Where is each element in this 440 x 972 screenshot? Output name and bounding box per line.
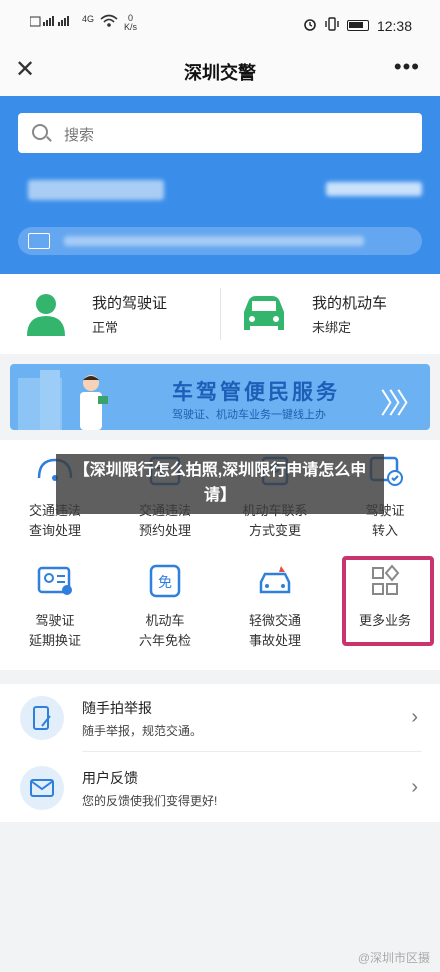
- search-placeholder: 搜索: [64, 127, 95, 144]
- user-name-blurred: [28, 180, 164, 200]
- alarm-icon: [303, 17, 317, 34]
- status-right: 12:38: [303, 17, 412, 34]
- vehicle-card[interactable]: 我的机动车 未绑定: [220, 274, 440, 354]
- service-label: 机动车: [145, 613, 185, 628]
- banner-subtitle: 驾驶证、机动车业务一键线上办: [172, 409, 326, 421]
- signal-icon: [29, 14, 76, 30]
- battery-icon: [346, 20, 369, 31]
- list-item-subtitle: 您的反馈使我们变得更好!: [82, 794, 218, 808]
- vehicle-status: 未绑定: [312, 320, 352, 335]
- list-item-icon-bg: [20, 766, 64, 810]
- license-renew-icon: [37, 566, 72, 595]
- chevron-right-icon: ›: [411, 706, 418, 728]
- arrows-icon: 〉〉〉: [379, 388, 424, 419]
- service-label: 六年免检: [138, 633, 191, 648]
- service-label: 事故处理: [248, 633, 301, 648]
- wifi-icon: [100, 14, 118, 30]
- inspection-exempt-icon: 免: [149, 564, 181, 598]
- license-cards: 我的驾驶证 正常 我的机动车 未绑定: [0, 274, 440, 354]
- header-panel: 搜索: [0, 96, 440, 274]
- service-label: 驾驶证: [35, 613, 75, 628]
- article-title-overlay: 【深圳限行怎么拍照,深圳限行申请怎么申请】: [56, 454, 384, 514]
- id-card-icon: [28, 233, 50, 249]
- page-title: 深圳交警: [184, 63, 256, 83]
- accident-icon: [259, 566, 291, 594]
- service-label: 转入: [371, 523, 398, 538]
- list-item-report[interactable]: 随手拍举报 随手举报，规范交通。 ›: [0, 684, 440, 752]
- list-item-subtitle: 随手举报，规范交通。: [82, 724, 203, 738]
- id-number-blurred: [64, 236, 364, 246]
- banner-title: 车驾管便民服务: [172, 381, 340, 404]
- status-left: 4G 0 K/s: [29, 14, 137, 32]
- service-label: 预约处理: [138, 523, 191, 538]
- title-bar: ✕ 深圳交警 •••: [0, 46, 440, 96]
- vibrate-icon: [325, 17, 339, 34]
- personal-center-link-blurred[interactable]: [326, 182, 422, 196]
- clock-time: 12:38: [376, 17, 412, 34]
- search-icon: [32, 124, 48, 140]
- service-banner[interactable]: 车驾管便民服务 驾驶证、机动车业务一键线上办 〉〉〉: [10, 364, 430, 430]
- net-speed-unit: K/s: [124, 22, 138, 32]
- service-label: 轻微交通: [248, 613, 301, 628]
- driver-license-title: 我的驾驶证: [92, 295, 168, 312]
- mail-icon: [30, 779, 54, 797]
- service-label: 方式变更: [248, 523, 301, 538]
- chevron-right-icon: ›: [411, 776, 418, 798]
- service-inspection-exempt[interactable]: 免 机动车 六年免检: [110, 564, 220, 651]
- divider: [82, 751, 422, 752]
- building-illustration: [40, 370, 60, 430]
- feature-list: 随手拍举报 随手举报，规范交通。 › 用户反馈 您的反馈使我们变得更好! ›: [0, 684, 440, 822]
- overlay-text: 【深圳限行怎么拍照,深圳限行申请怎么申请】: [73, 462, 367, 504]
- watermark: @深圳市区摄: [357, 951, 430, 965]
- more-services-highlight: [342, 556, 434, 646]
- id-card-bar[interactable]: [18, 227, 422, 255]
- service-license-renew[interactable]: 驾驶证 延期换证: [0, 564, 110, 651]
- list-item-title: 用户反馈: [82, 770, 138, 786]
- vehicle-title: 我的机动车: [312, 295, 388, 312]
- service-label: 延期换证: [28, 633, 81, 648]
- list-item-icon-bg: [20, 696, 64, 740]
- driver-license-status: 正常: [92, 320, 119, 335]
- svg-text:免: 免: [158, 575, 172, 591]
- driver-license-card[interactable]: 我的驾驶证 正常: [0, 274, 220, 354]
- phone-report-icon: [33, 706, 51, 730]
- service-minor-accident[interactable]: 轻微交通 事故处理: [220, 564, 330, 651]
- search-box[interactable]: 搜索: [18, 113, 422, 153]
- list-item-feedback[interactable]: 用户反馈 您的反馈使我们变得更好! ›: [0, 754, 440, 822]
- car-icon: [244, 296, 284, 330]
- net-speed: 0 K/s: [124, 14, 137, 32]
- more-options-icon[interactable]: •••: [394, 54, 420, 80]
- list-item-title: 随手拍举报: [82, 700, 152, 716]
- person-icon: [27, 294, 65, 336]
- status-bar: 4G 0 K/s 12:38: [0, 0, 440, 46]
- service-label: 查询处理: [28, 523, 81, 538]
- network-label: 4G: [82, 14, 95, 24]
- person-illustration: [80, 375, 108, 430]
